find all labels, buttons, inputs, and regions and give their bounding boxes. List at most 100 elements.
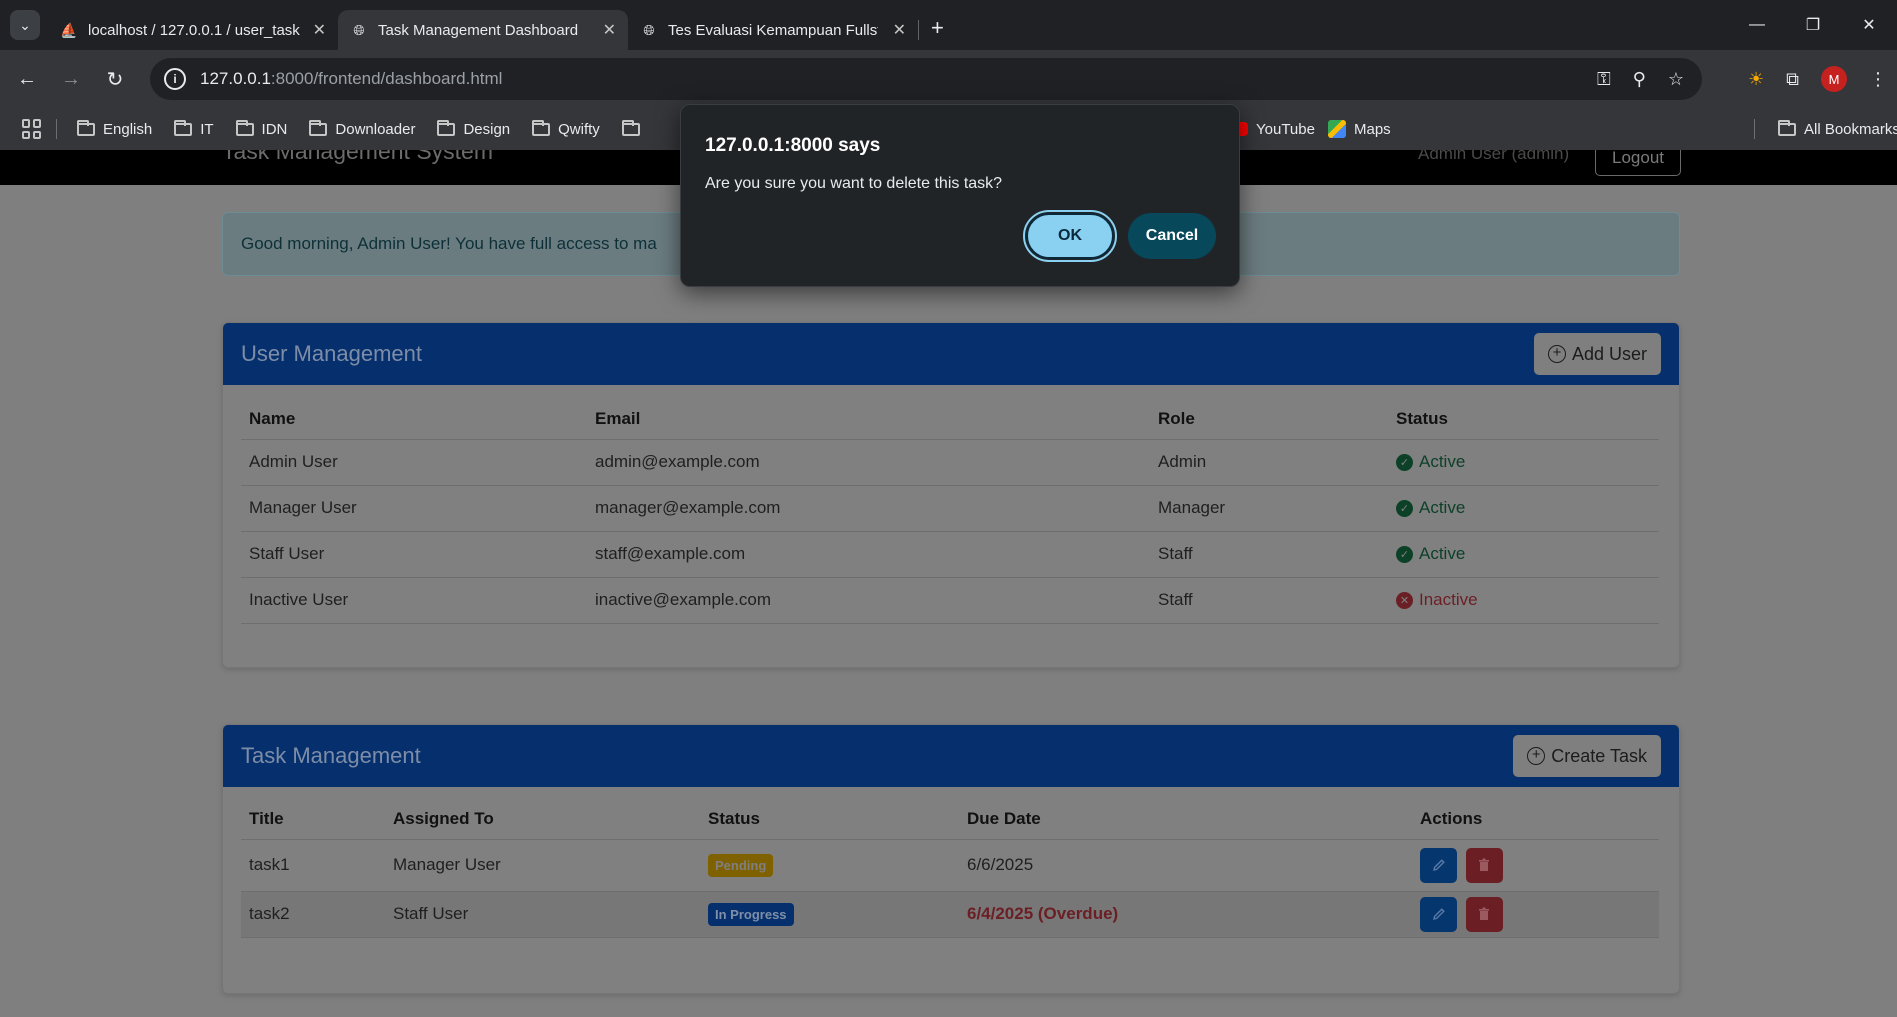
column-header: Status xyxy=(1388,395,1659,440)
tab-search-button[interactable]: ⌄ xyxy=(10,10,40,40)
trash-icon xyxy=(1479,907,1490,920)
browser-toolbar: ← → ↻ i 127.0.0.1:8000/frontend/dashboar… xyxy=(0,50,1897,108)
back-icon[interactable]: ← xyxy=(10,68,44,91)
user-role: Staff xyxy=(1150,577,1388,624)
folder-icon xyxy=(532,119,551,136)
user-status: ✓ Active xyxy=(1388,485,1659,532)
close-icon[interactable]: ✕ xyxy=(303,20,326,40)
reload-icon[interactable]: ↻ xyxy=(98,67,132,92)
bookmark-label: Qwifty xyxy=(558,120,600,138)
delete-task-button[interactable] xyxy=(1465,847,1503,883)
user-status: ✕ Inactive xyxy=(1388,577,1659,624)
ok-button[interactable]: OK xyxy=(1023,210,1117,262)
theme-sun-icon[interactable]: ☀ xyxy=(1748,69,1764,90)
table-row: task1 Manager User Pending 6/6/2025 xyxy=(241,839,1659,892)
window-controls: — ❐ ✕ xyxy=(1729,0,1897,50)
user-email: staff@example.com xyxy=(587,531,1150,578)
task-title: task1 xyxy=(241,839,385,892)
dialog-message: Are you sure you want to delete this tas… xyxy=(705,175,1003,192)
chevron-down-icon: ⌄ xyxy=(19,16,31,33)
x-circle-icon: ✕ xyxy=(1396,591,1413,609)
delete-task-button[interactable] xyxy=(1465,896,1503,932)
close-icon[interactable]: ✕ xyxy=(883,20,906,40)
folder-icon xyxy=(309,119,328,136)
folder-icon xyxy=(437,119,456,136)
card-title: User Management xyxy=(241,341,422,366)
column-header: Status xyxy=(700,795,959,840)
address-bar[interactable]: i 127.0.0.1:8000/frontend/dashboard.html… xyxy=(150,58,1702,100)
globe-icon: 🌐︎ xyxy=(643,21,655,38)
bookmark-label: All Bookmarks xyxy=(1804,120,1897,138)
url-text[interactable]: 127.0.0.1:8000/frontend/dashboard.html xyxy=(200,69,502,89)
bookmark-folder-idn[interactable]: IDN xyxy=(235,119,287,138)
column-header: Title xyxy=(241,795,385,840)
user-name: Staff User xyxy=(241,531,587,578)
bookmark-folder-downloader[interactable]: Downloader xyxy=(309,119,416,138)
folder-icon xyxy=(77,119,95,136)
all-bookmarks[interactable]: All Bookmarks xyxy=(1778,119,1897,138)
bookmark-divider xyxy=(1754,119,1755,139)
tab-tes-evaluasi[interactable]: 🌐︎ Tes Evaluasi Kemampuan Fullsta ✕ xyxy=(628,10,918,50)
folder-icon xyxy=(174,119,193,136)
bookmark-folder-hidden[interactable] xyxy=(621,119,648,136)
task-assigned: Staff User xyxy=(385,891,700,938)
table-row: Manager User manager@example.com Manager… xyxy=(241,485,1659,532)
check-circle-icon: ✓ xyxy=(1396,499,1413,517)
restore-icon[interactable]: ❐ xyxy=(1785,15,1841,35)
user-email: inactive@example.com xyxy=(587,577,1150,624)
bookmark-label: Design xyxy=(463,120,511,138)
plus-circle-icon: + xyxy=(1527,747,1546,765)
bookmark-folder-english[interactable]: English xyxy=(77,119,152,138)
apps-grid-icon[interactable] xyxy=(22,119,42,139)
user-status: ✓ Active xyxy=(1388,439,1659,486)
add-user-button[interactable]: + Add User xyxy=(1533,333,1661,375)
folder-icon xyxy=(621,119,640,136)
task-management-card: Task Management + Create Task Title Assi… xyxy=(222,724,1680,994)
cancel-button[interactable]: Cancel xyxy=(1128,213,1216,259)
create-task-button[interactable]: + Create Task xyxy=(1513,735,1661,777)
trash-icon xyxy=(1479,858,1490,871)
status-text: Active xyxy=(1419,498,1466,517)
extensions-puzzle-icon[interactable]: ⧉ xyxy=(1786,69,1799,90)
bookmark-folder-it[interactable]: IT xyxy=(174,119,214,138)
logout-button[interactable]: Logout xyxy=(1595,150,1681,176)
app-brand[interactable]: Task Management System xyxy=(222,150,493,165)
close-icon[interactable]: ✕ xyxy=(593,20,616,40)
folder-icon xyxy=(235,119,254,136)
bookmark-folder-qwifty[interactable]: Qwifty xyxy=(532,119,600,138)
url-path: :8000/frontend/dashboard.html xyxy=(270,69,503,88)
table-row: Inactive User inactive@example.com Staff… xyxy=(241,577,1659,624)
profile-avatar[interactable]: M xyxy=(1821,66,1847,92)
status-text: Active xyxy=(1419,452,1466,471)
user-role: Staff xyxy=(1150,531,1388,578)
bookmark-youtube[interactable]: YouTube xyxy=(1228,121,1315,138)
edit-task-button[interactable] xyxy=(1420,896,1457,932)
password-key-icon[interactable]: ⚿ xyxy=(1597,69,1611,90)
maps-icon xyxy=(1328,120,1346,138)
task-actions xyxy=(1412,839,1659,892)
forward-icon[interactable]: → xyxy=(54,68,88,91)
globe-icon: 🌐︎ xyxy=(353,21,365,38)
more-menu-icon[interactable]: ⋮ xyxy=(1869,69,1887,90)
bookmark-star-icon[interactable]: ☆ xyxy=(1668,69,1684,90)
user-email: admin@example.com xyxy=(587,439,1150,486)
column-header: Email xyxy=(587,395,1150,440)
bookmark-folder-design[interactable]: Design xyxy=(437,119,511,138)
user-email: manager@example.com xyxy=(587,485,1150,532)
close-window-icon[interactable]: ✕ xyxy=(1841,15,1897,35)
tab-task-dashboard[interactable]: 🌐︎ Task Management Dashboard ✕ xyxy=(338,10,628,50)
new-tab-icon[interactable]: + xyxy=(931,15,944,41)
minimize-icon[interactable]: — xyxy=(1729,16,1785,34)
bookmark-maps[interactable]: Maps xyxy=(1328,120,1391,138)
tab-phpmyadmin[interactable]: ⛵ localhost / 127.0.0.1 / user_task ✕ xyxy=(48,10,338,50)
site-info-icon[interactable]: i xyxy=(164,68,186,90)
task-actions xyxy=(1412,891,1659,938)
column-header: Role xyxy=(1150,395,1388,440)
user-status: ✓ Active xyxy=(1388,531,1659,578)
zoom-icon[interactable]: ⚲ xyxy=(1633,69,1646,90)
card-title: Task Management xyxy=(241,743,421,768)
edit-task-button[interactable] xyxy=(1420,847,1457,883)
bookmark-label: Downloader xyxy=(335,120,416,138)
current-user-label: Admin User (admin) xyxy=(1418,150,1570,163)
task-title: task2 xyxy=(241,891,385,938)
